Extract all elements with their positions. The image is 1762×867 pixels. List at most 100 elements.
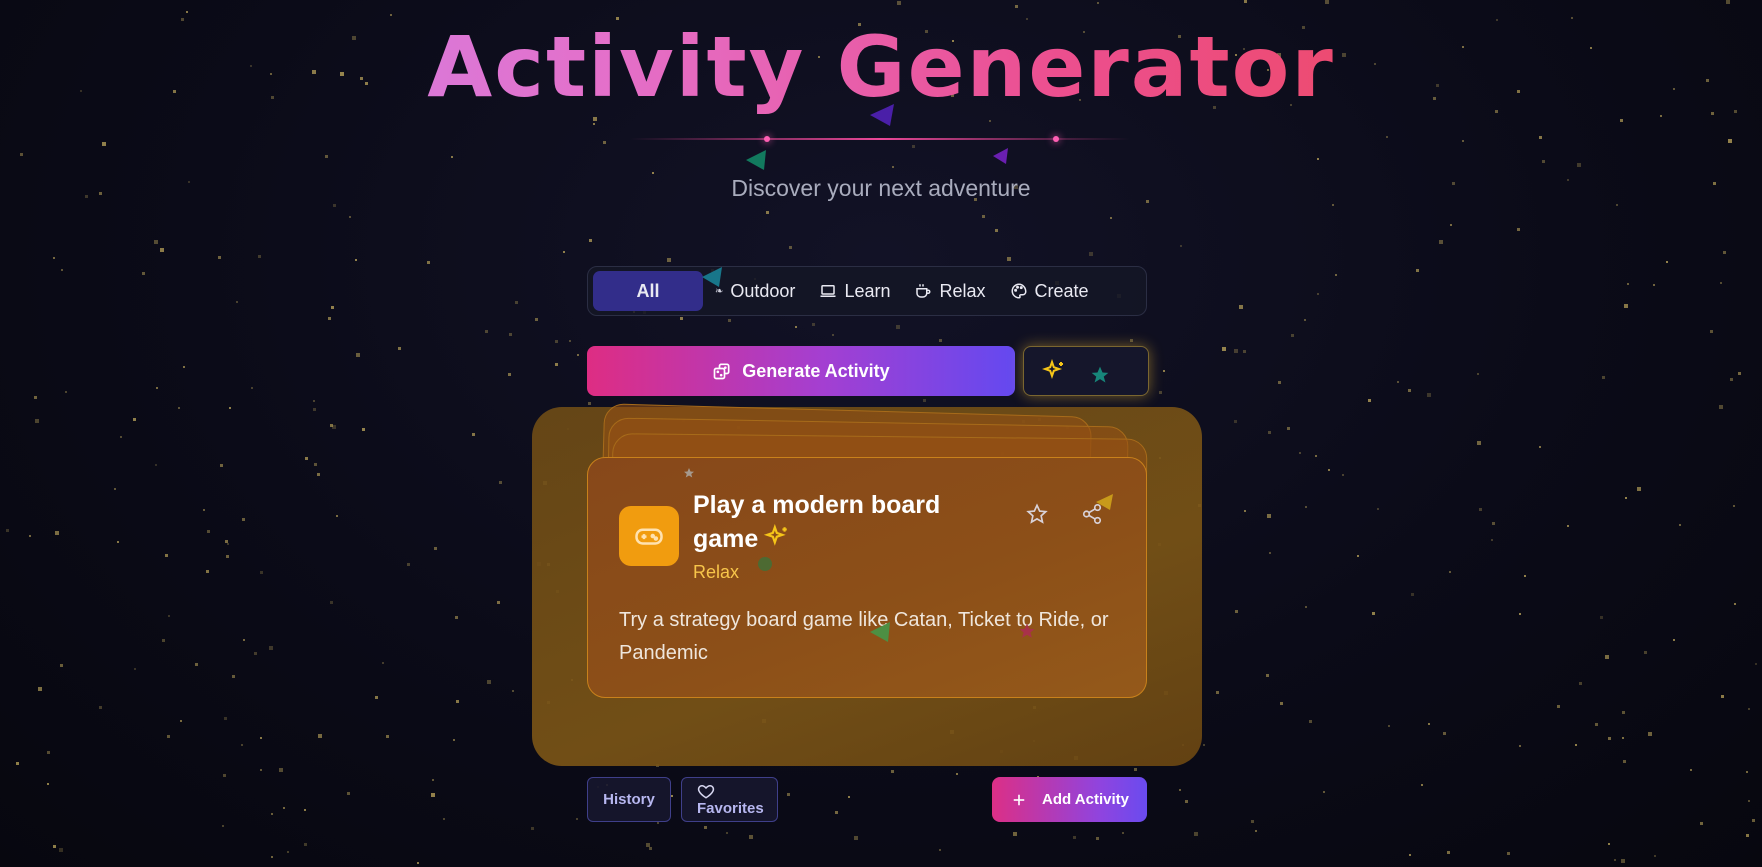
star-particle bbox=[271, 856, 273, 858]
star-particle bbox=[1738, 372, 1741, 375]
star-particle bbox=[407, 563, 410, 566]
star-particle bbox=[603, 141, 606, 144]
laptop-icon bbox=[820, 285, 836, 297]
star-particle bbox=[989, 120, 991, 122]
star-particle bbox=[1726, 0, 1730, 4]
tab-label: Outdoor bbox=[730, 280, 796, 301]
star-particle bbox=[1752, 819, 1755, 822]
star-particle bbox=[1524, 575, 1526, 577]
star-particle bbox=[795, 326, 797, 328]
history-button[interactable]: History bbox=[587, 777, 671, 822]
star-particle bbox=[456, 700, 459, 703]
star-particle bbox=[896, 325, 900, 329]
star-particle bbox=[223, 774, 226, 777]
star-particle bbox=[1605, 655, 1609, 659]
star-particle bbox=[1287, 427, 1290, 430]
star-particle bbox=[497, 601, 500, 604]
star-particle bbox=[577, 354, 579, 356]
star-particle bbox=[649, 847, 652, 850]
star-particle bbox=[1216, 691, 1219, 694]
tab-create[interactable]: Create bbox=[998, 271, 1101, 311]
star-particle bbox=[195, 663, 198, 666]
star-particle bbox=[180, 720, 182, 722]
star-particle bbox=[1577, 163, 1581, 167]
star-particle bbox=[1278, 381, 1281, 384]
star-particle bbox=[347, 792, 350, 795]
star-particle bbox=[1421, 784, 1423, 786]
star-particle bbox=[671, 795, 673, 797]
tab-relax[interactable]: Relax bbox=[902, 271, 997, 311]
star-particle bbox=[1679, 524, 1681, 526]
star-particle bbox=[1673, 639, 1675, 641]
star-particle bbox=[848, 796, 850, 798]
star-particle bbox=[427, 261, 430, 264]
tab-all[interactable]: All bbox=[593, 271, 703, 311]
star-particle bbox=[1266, 674, 1269, 677]
star-particle bbox=[6, 529, 9, 532]
star-particle bbox=[29, 535, 31, 537]
favorite-star-button[interactable] bbox=[1023, 500, 1051, 528]
star-particle bbox=[1608, 737, 1611, 740]
star-particle bbox=[704, 826, 707, 829]
star-particle bbox=[1315, 455, 1317, 457]
triangle-decoration bbox=[746, 150, 766, 170]
star-particle bbox=[313, 400, 315, 402]
heart-icon bbox=[697, 784, 715, 799]
star-particle bbox=[1408, 389, 1411, 392]
star-particle bbox=[726, 832, 728, 834]
star-particle bbox=[331, 306, 334, 309]
star-particle bbox=[1728, 139, 1732, 143]
star-particle bbox=[1622, 737, 1624, 739]
star-particle bbox=[1411, 593, 1414, 596]
star-particle bbox=[222, 825, 224, 827]
add-activity-button[interactable]: Add Activity bbox=[992, 777, 1147, 822]
star-particle bbox=[1600, 616, 1603, 619]
star-particle bbox=[680, 317, 683, 320]
plus-icon bbox=[1013, 794, 1025, 805]
star-particle bbox=[1409, 854, 1411, 856]
divider-dot bbox=[764, 136, 770, 142]
category-filter-bar: All ❧ Outdoor Learn Relax Create bbox=[587, 266, 1147, 316]
tab-learn[interactable]: Learn bbox=[807, 271, 902, 311]
star-particle bbox=[1517, 228, 1520, 231]
star-particle bbox=[515, 301, 518, 304]
star-particle bbox=[912, 145, 915, 148]
generate-activity-button[interactable]: Generate Activity bbox=[587, 346, 1015, 396]
star-particle bbox=[1539, 446, 1541, 448]
leaf-icon: ❧ bbox=[715, 285, 724, 297]
divider-dot bbox=[1053, 136, 1059, 142]
star-particle bbox=[531, 827, 534, 830]
star-particle bbox=[333, 204, 336, 207]
star-particle bbox=[314, 463, 317, 466]
star-particle bbox=[563, 251, 565, 253]
star-particle bbox=[812, 323, 815, 326]
favorites-label: Favorites bbox=[697, 800, 764, 817]
star-particle bbox=[1721, 695, 1724, 698]
surprise-button[interactable] bbox=[1023, 346, 1149, 396]
tab-label: Learn bbox=[844, 280, 891, 301]
star-particle bbox=[317, 473, 320, 476]
star-particle bbox=[995, 229, 998, 232]
star-particle bbox=[1479, 508, 1482, 511]
star-particle bbox=[1507, 852, 1510, 855]
star-particle bbox=[1203, 744, 1205, 746]
star-particle bbox=[1185, 800, 1188, 803]
star-particle bbox=[1539, 136, 1542, 139]
star-particle bbox=[328, 317, 331, 320]
star-particle bbox=[1291, 334, 1294, 337]
star-particle bbox=[787, 793, 790, 796]
star-particle bbox=[1332, 204, 1334, 206]
star-particle bbox=[1243, 350, 1246, 353]
gamepad-icon bbox=[635, 528, 663, 545]
favorites-button[interactable]: Favorites bbox=[681, 777, 778, 822]
star-particle bbox=[417, 862, 419, 864]
sparkles-icon bbox=[764, 524, 788, 546]
star-particle bbox=[1443, 732, 1446, 735]
star-particle bbox=[1305, 506, 1307, 508]
star-particle bbox=[304, 809, 306, 811]
star-particle bbox=[1317, 293, 1319, 295]
star-particle bbox=[1097, 2, 1099, 4]
star-particle bbox=[279, 768, 283, 772]
star-particle bbox=[243, 639, 245, 641]
star-particle bbox=[206, 570, 209, 573]
